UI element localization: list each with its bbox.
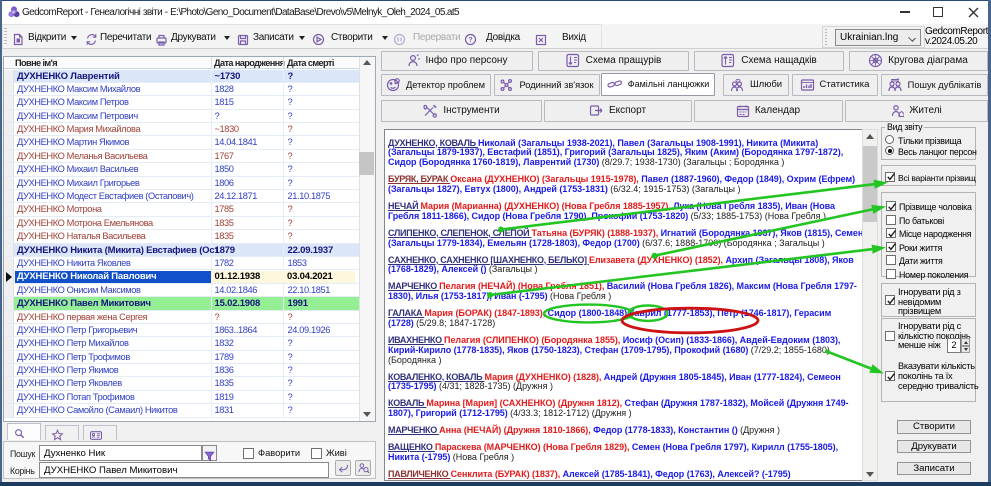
svg-text:?: ? [468,37,472,44]
